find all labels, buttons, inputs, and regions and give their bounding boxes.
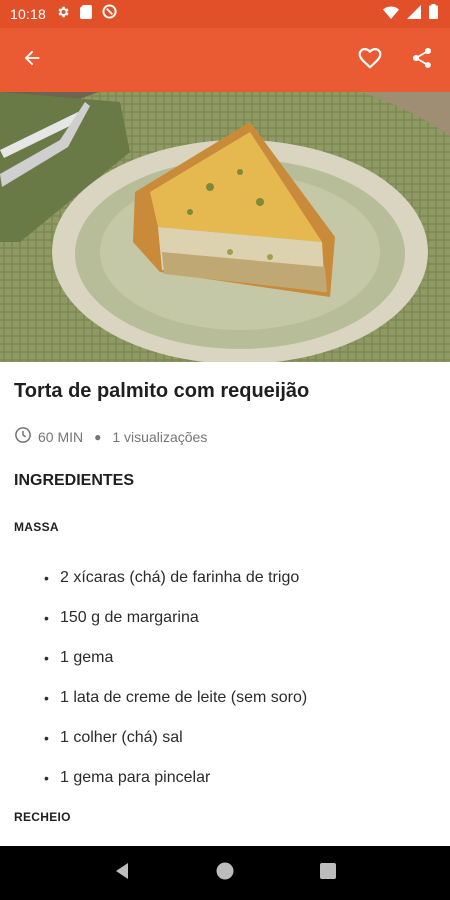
bullet: • (44, 770, 49, 786)
nav-home-button[interactable] (207, 855, 243, 891)
signal-icon (407, 4, 421, 24)
nav-back-button[interactable] (104, 855, 140, 891)
list-item: • 1 gema (44, 638, 307, 678)
ingredient-text: 1 colher (chá) sal (60, 729, 183, 746)
ingredient-text: 1 gema para pincelar (60, 769, 211, 786)
battery-icon (429, 4, 438, 24)
recipe-meta: 60 MIN ● 1 visualizações (14, 426, 207, 447)
nav-recents-button[interactable] (310, 855, 346, 891)
ingredient-text: 1 lata de creme de leite (sem soro) (60, 689, 308, 706)
status-bar: 10:18 (0, 0, 450, 28)
prep-time: 60 MIN (38, 428, 84, 445)
section-heading-massa: MASSA (14, 520, 59, 534)
list-item: • 1 gema para pincelar (44, 758, 307, 798)
recipe-photo (0, 92, 450, 362)
status-bar-left: 10:18 (10, 4, 117, 24)
ingredient-text: 1 gema (60, 649, 114, 666)
share-button[interactable] (404, 42, 440, 78)
view-count: 1 visualizações (112, 428, 208, 445)
ingredients-heading: INGREDIENTES (14, 472, 135, 489)
ingredient-list: • 2 xícaras (chá) de farinha de trigo • 15… (44, 558, 307, 798)
list-item: • 150 g de margarina (44, 598, 307, 638)
ingredient-text: 2 xícaras (chá) de farinha de trigo (60, 569, 300, 586)
status-time: 10:18 (10, 6, 47, 22)
list-item: • 2 xícaras (chá) de farinha de trigo (44, 558, 307, 598)
back-button[interactable] (14, 42, 50, 78)
app-bar-actions (352, 42, 440, 78)
no-disturb-icon (102, 4, 117, 24)
sim-card-icon (80, 4, 93, 24)
share-icon (410, 46, 434, 75)
bullet: • (44, 570, 49, 586)
gear-icon (56, 5, 70, 24)
app-bar (0, 28, 450, 92)
section-heading-recheio: RECHEIO (14, 810, 71, 824)
meta-separator: ● (94, 429, 102, 444)
clock-icon (14, 426, 32, 447)
wifi-icon (383, 5, 399, 24)
bullet: • (44, 690, 49, 706)
ingredient-text: 150 g de margarina (60, 609, 199, 626)
favorite-button[interactable] (352, 42, 388, 78)
list-item: • 1 colher (chá) sal (44, 718, 307, 758)
recipe-title: Torta de palmito com requeijão (14, 380, 310, 402)
bullet: • (44, 730, 49, 746)
bullet: • (44, 610, 49, 626)
back-arrow-icon (21, 47, 43, 74)
system-nav-bar (0, 846, 450, 900)
status-bar-right (383, 4, 438, 24)
back-triangle-icon (113, 862, 131, 885)
heart-outline-icon (357, 45, 383, 76)
home-circle-icon (215, 861, 235, 886)
bullet: • (44, 650, 49, 666)
recents-square-icon (319, 862, 337, 885)
list-item: • 1 lata de creme de leite (sem soro) (44, 678, 307, 718)
